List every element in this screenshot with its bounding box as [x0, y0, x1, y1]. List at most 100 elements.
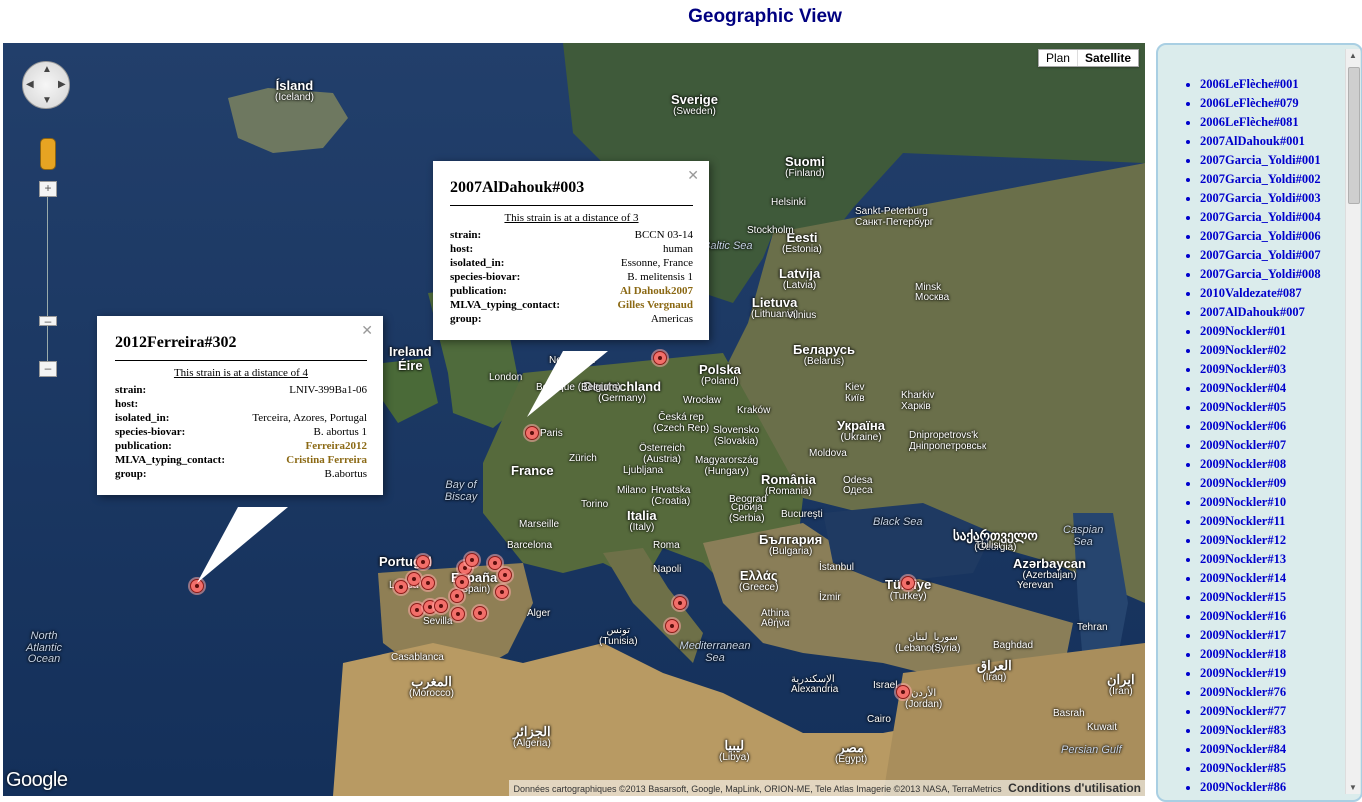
strain-list-item[interactable]: 2009Nockler#06	[1200, 417, 1361, 436]
popup-table: strain: LNIV-399Ba1-06 host: isolated_in:…	[115, 383, 367, 481]
scroll-down-icon[interactable]: ▼	[1349, 783, 1357, 792]
strain-marker[interactable]	[495, 585, 509, 599]
publication-link[interactable]: Ferreira2012	[238, 439, 368, 453]
strain-list-item[interactable]: 2009Nockler#01	[1200, 322, 1361, 341]
strain-list-item[interactable]: 2007Garcia_Yoldi#003	[1200, 189, 1361, 208]
strain-list-item[interactable]: 2009Nockler#85	[1200, 759, 1361, 778]
strain-marker[interactable]	[665, 619, 679, 633]
strain-list-item[interactable]: 2009Nockler#19	[1200, 664, 1361, 683]
strain-list-item[interactable]: 2009Nockler#03	[1200, 360, 1361, 379]
pan-up-icon[interactable]: ▲	[42, 64, 52, 75]
strain-marker[interactable]	[498, 568, 512, 582]
strain-list-item[interactable]: 2009Nockler#83	[1200, 721, 1361, 740]
popup-key: strain:	[450, 229, 482, 241]
strain-list-item[interactable]: 2009Nockler#04	[1200, 379, 1361, 398]
scroll-up-icon[interactable]: ▲	[1349, 51, 1357, 60]
strain-list-item[interactable]: 2009Nockler#77	[1200, 702, 1361, 721]
google-logo: Google	[6, 769, 68, 791]
strain-list-item[interactable]: 2007AlDahouk#001	[1200, 132, 1361, 151]
contact-link[interactable]: Cristina Ferreira	[238, 453, 367, 467]
pan-control[interactable]: ▲ ▼ ◀ ▶	[22, 61, 70, 109]
strain-marker[interactable]	[901, 576, 915, 590]
close-icon[interactable]: ✕	[361, 322, 373, 339]
strain-list-item[interactable]: 2009Nockler#16	[1200, 607, 1361, 626]
strain-marker[interactable]	[473, 606, 487, 620]
map-canvas[interactable]: Ísland (Iceland) Sverige (Sweden) Suomi (Fi…	[3, 43, 1145, 796]
strain-list-item[interactable]: 2009Nockler#10	[1200, 493, 1361, 512]
zoom-slider-handle[interactable]: –	[39, 315, 57, 327]
strain-marker[interactable]	[394, 580, 408, 594]
zoom-in-button[interactable]: +	[39, 181, 57, 197]
city-label: Stockholm	[747, 225, 794, 236]
strain-list-item[interactable]: 2009Nockler#17	[1200, 626, 1361, 645]
map-type-plan-button[interactable]: Plan	[1039, 50, 1077, 66]
strain-list-item[interactable]: 2009Nockler#86	[1200, 778, 1361, 797]
city-label: Kuwait	[1087, 722, 1118, 733]
contact-link[interactable]: Gilles Vergnaud	[594, 298, 694, 312]
strain-list-item[interactable]: 2009Nockler#12	[1200, 531, 1361, 550]
strain-list-item[interactable]: 2006LeFlèche#081	[1200, 113, 1361, 132]
publication-link[interactable]: Al Dahouk2007	[594, 284, 693, 298]
strain-list-item[interactable]: 2007Garcia_Yoldi#007	[1200, 246, 1361, 265]
city-label: Tbilisi	[975, 540, 1001, 551]
strain-marker[interactable]	[450, 589, 464, 603]
strain-list-item[interactable]: 2007Garcia_Yoldi#006	[1200, 227, 1361, 246]
strain-marker[interactable]	[455, 575, 469, 589]
strain-list-item[interactable]: 2009Nockler#18	[1200, 645, 1361, 664]
city-label: İzmir	[819, 592, 841, 603]
strain-list-item[interactable]: 2009Nockler#15	[1200, 588, 1361, 607]
map-type-satellite-button[interactable]: Satellite	[1076, 50, 1138, 66]
strain-list-item[interactable]: 2009Nockler#02	[1200, 341, 1361, 360]
city-label: Alexandria	[791, 684, 839, 695]
strain-list-item[interactable]: 2010Valdezate#087	[1200, 284, 1361, 303]
scrollbar-thumb[interactable]	[1348, 67, 1360, 204]
pan-down-icon[interactable]: ▼	[42, 95, 52, 106]
sidebar-scrollbar[interactable]: ▲ ▼	[1345, 49, 1360, 794]
city-label: Alger	[527, 608, 551, 619]
map-type-control[interactable]: Plan Satellite	[1037, 49, 1139, 67]
strain-marker[interactable]	[434, 599, 448, 613]
pan-right-icon[interactable]: ▶	[58, 79, 66, 90]
popup-value: LNIV-399Ba1-06	[289, 384, 367, 396]
strain-list-item[interactable]: 2009Nockler#76	[1200, 683, 1361, 702]
strain-list-item[interactable]: 2009Nockler#84	[1200, 740, 1361, 759]
popup-value: Americas	[650, 313, 693, 325]
street-view-pegman-icon[interactable]	[40, 138, 56, 170]
strain-list-item[interactable]: 2007Garcia_Yoldi#001	[1200, 151, 1361, 170]
popup-value: BCCN 03-14	[634, 229, 693, 241]
strain-marker[interactable]	[653, 351, 667, 365]
strain-list-item[interactable]: 2006LeFlèche#001	[1200, 75, 1361, 94]
strain-marker[interactable]	[451, 607, 465, 621]
strain-list-item[interactable]: 2009Nockler#07	[1200, 436, 1361, 455]
zoom-slider-track[interactable]	[47, 188, 48, 373]
strain-marker[interactable]	[525, 426, 539, 440]
strain-list-item[interactable]: 2009Nockler#08	[1200, 455, 1361, 474]
strain-list-item[interactable]: 2007Garcia_Yoldi#008	[1200, 265, 1361, 284]
country-label-azerbaijan: Azərbaycan (Azerbaijan)	[1013, 556, 1086, 581]
strain-list-item[interactable]: 2009Nockler#14	[1200, 569, 1361, 588]
strain-marker[interactable]	[421, 576, 435, 590]
strain-list-item[interactable]: 2009Nockler#05	[1200, 398, 1361, 417]
strain-list-item[interactable]: 2009Nockler#11	[1200, 512, 1361, 531]
strain-marker[interactable]	[410, 603, 424, 617]
strain-marker[interactable]	[465, 553, 479, 567]
strain-list-panel[interactable]: 2006LeFlèche#0012006LeFlèche#0792006LeFl…	[1156, 43, 1362, 802]
popup-row: host: human	[450, 242, 693, 256]
strain-marker[interactable]	[488, 556, 502, 570]
strain-marker[interactable]	[416, 555, 430, 569]
strain-list-item[interactable]: 2007Garcia_Yoldi#002	[1200, 170, 1361, 189]
strain-marker[interactable]	[896, 685, 910, 699]
pan-left-icon[interactable]: ◀	[26, 79, 34, 90]
strain-list-item[interactable]: 2007Garcia_Yoldi#004	[1200, 208, 1361, 227]
strain-marker[interactable]	[407, 572, 421, 586]
info-window-2007aldahouk-003: ✕ 2007AlDahouk#003 This strain is at a d…	[433, 161, 709, 340]
city-label: Beograd	[729, 494, 767, 505]
strain-list-item[interactable]: 2009Nockler#09	[1200, 474, 1361, 493]
strain-list-item[interactable]: 2006LeFlèche#079	[1200, 94, 1361, 113]
zoom-out-button[interactable]: –	[39, 361, 57, 377]
strain-list-item[interactable]: 2009Nockler#13	[1200, 550, 1361, 569]
strain-marker[interactable]	[673, 596, 687, 610]
strain-list-item[interactable]: 2007AlDahouk#007	[1200, 303, 1361, 322]
close-icon[interactable]: ✕	[687, 167, 699, 184]
terms-link[interactable]: Conditions d'utilisation	[1008, 781, 1141, 795]
